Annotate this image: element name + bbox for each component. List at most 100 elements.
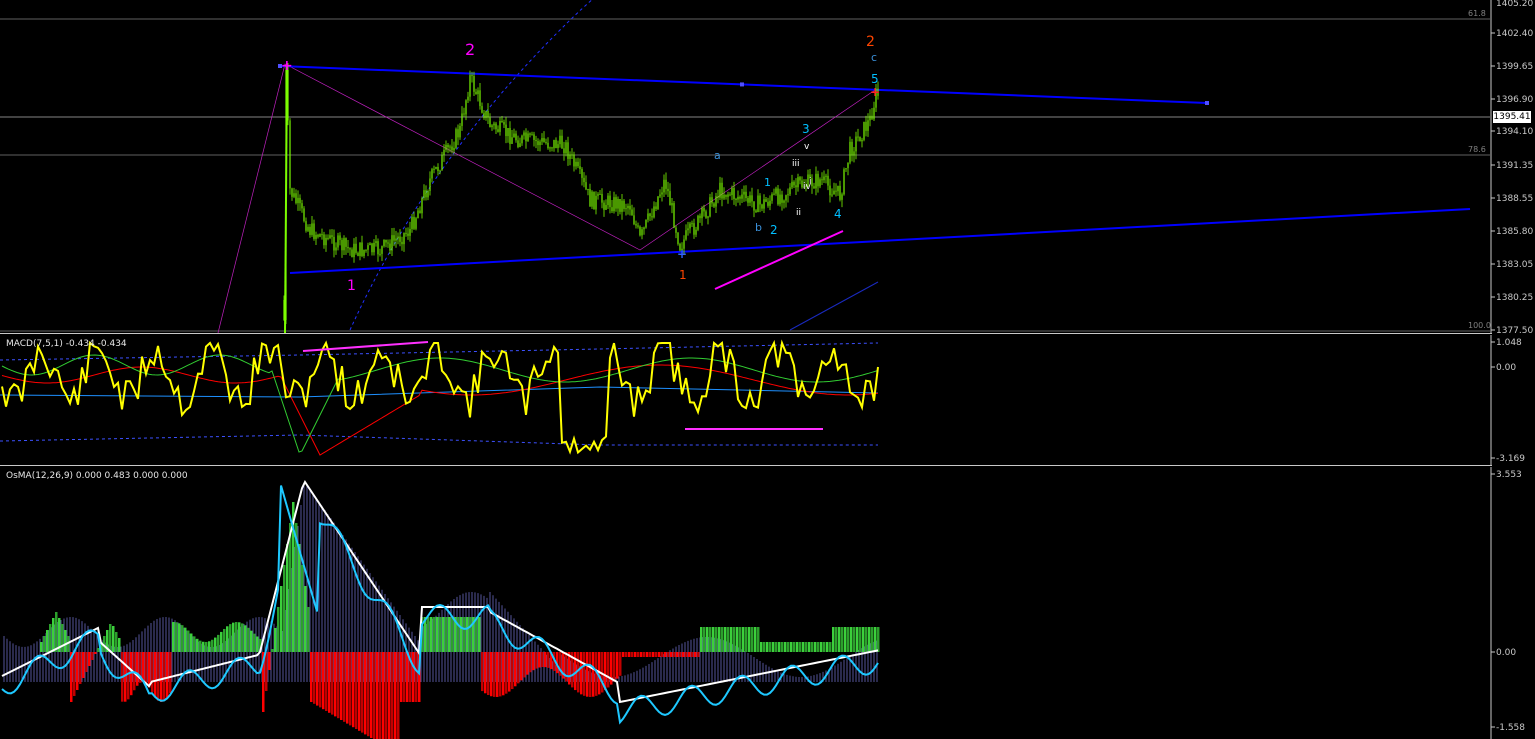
osma-histogram-bar <box>373 652 376 739</box>
osma-histogram-bar <box>361 652 364 733</box>
candle-body <box>443 149 445 156</box>
candle-body <box>837 185 839 192</box>
candle-body <box>367 245 369 250</box>
candle-body <box>521 135 523 144</box>
candle-body <box>349 248 351 250</box>
candle-body <box>615 197 617 209</box>
osma-histogram-bar <box>394 652 397 739</box>
candle-body <box>723 194 725 199</box>
candle-body <box>643 227 645 230</box>
candle-body <box>527 133 529 142</box>
candle-body <box>459 125 461 138</box>
osma-histogram-bar <box>172 622 175 652</box>
osma-histogram-bar <box>136 652 139 686</box>
candle-body <box>427 190 429 198</box>
osma-histogram-bar <box>634 652 637 657</box>
candle-body <box>305 221 307 231</box>
candle-body <box>673 203 675 228</box>
osma-histogram-bar <box>217 634 220 652</box>
candle-body <box>813 186 815 189</box>
osma-histogram-bar <box>694 652 697 657</box>
candle-body <box>403 232 405 245</box>
candle-body <box>743 191 745 195</box>
fib-level-label: 100.0 <box>1468 321 1491 330</box>
osma-histogram-bar <box>385 652 388 739</box>
price-pane[interactable]: 1405.20 1402.40 1399.65 1396.90 1394.10 1391.… <box>0 0 1535 333</box>
macd-tick-label: 1.048 <box>1496 338 1522 348</box>
osma-histogram-bar <box>205 641 208 652</box>
osma-histogram-bar <box>307 607 310 652</box>
osma-histogram-bar <box>337 652 340 719</box>
osma-histogram-bar <box>667 652 670 657</box>
candle-body <box>547 142 549 149</box>
candle-body <box>649 213 651 217</box>
candle-body <box>397 236 399 239</box>
macd-chart-svg[interactable]: 1.048 0.00 -3.169 <box>0 335 1535 465</box>
osma-histogram-bar <box>178 623 181 652</box>
osma-histogram-bar <box>487 652 490 696</box>
osma-histogram-bar <box>274 628 277 652</box>
osma-histogram-bar <box>154 652 157 698</box>
candle-body <box>823 176 825 181</box>
candle-body <box>517 140 519 148</box>
candle-body <box>433 168 435 170</box>
candle-body <box>449 146 451 148</box>
candle-body <box>745 191 747 199</box>
candle-body <box>511 137 513 144</box>
osma-histogram-bar <box>592 652 595 697</box>
candle-body <box>487 110 489 118</box>
candle-body <box>769 200 771 206</box>
candle-body <box>631 209 633 216</box>
candle-body <box>437 166 439 172</box>
osma-histogram-bar <box>451 617 454 652</box>
osma-histogram-bar <box>73 652 76 696</box>
candle-body <box>755 210 757 213</box>
osma-histogram-bar <box>850 627 853 652</box>
osma-histogram-bar <box>382 652 385 739</box>
candle-body <box>553 139 555 149</box>
osma-histogram-bar <box>760 642 763 652</box>
osma-histogram-bar <box>340 652 343 720</box>
macd-pane[interactable]: 1.048 0.00 -3.169 MACD(7,5,1) -0.434 -0.43… <box>0 335 1535 465</box>
osma-histogram-bar <box>403 652 406 702</box>
candle-body <box>699 215 701 219</box>
candle-body <box>845 168 847 170</box>
candle-body <box>815 173 817 189</box>
candle-body <box>817 173 819 187</box>
osma-histogram-bar <box>61 624 64 652</box>
pane-separator[interactable] <box>0 333 1492 334</box>
candle-body <box>693 223 695 235</box>
candle-body <box>405 232 407 234</box>
candle-body <box>419 210 421 214</box>
price-chart-svg[interactable]: 1405.20 1402.40 1399.65 1396.90 1394.10 1391.… <box>0 0 1535 333</box>
candle-body <box>625 208 627 210</box>
candle-body <box>663 179 665 193</box>
candle-body <box>835 190 837 192</box>
candle-body <box>773 193 775 195</box>
candle-body <box>655 206 657 209</box>
candle-body <box>725 194 727 197</box>
candle-body <box>785 195 787 201</box>
wave-label: 2 <box>465 40 475 59</box>
osma-histogram-bar <box>724 627 727 652</box>
osma-title: OsMA(12,26,9) 0.000 0.483 0.000 0.000 <box>6 471 188 481</box>
candle-body <box>561 135 563 149</box>
candle-body <box>747 198 749 203</box>
candle-body <box>597 194 599 196</box>
candle-body <box>579 166 581 170</box>
candle-body <box>357 252 359 256</box>
candle-body <box>351 249 353 258</box>
osma-histogram-bar <box>493 652 496 697</box>
osma-histogram-bar <box>145 652 148 684</box>
candle-body <box>675 227 677 233</box>
candle-body <box>455 129 457 149</box>
candle-body <box>819 179 821 187</box>
candle-body <box>293 193 295 197</box>
osma-pane[interactable]: 3.553 0.00 -1.558 OsMA(12,26,9) 0.000 0.48… <box>0 467 1535 739</box>
osma-histogram-bar <box>706 627 709 652</box>
candle-body <box>465 100 467 115</box>
candle-body <box>535 139 537 142</box>
macd-tick-label: -3.169 <box>1496 454 1525 464</box>
pane-separator[interactable] <box>0 465 1492 466</box>
osma-chart-svg[interactable]: 3.553 0.00 -1.558 <box>0 467 1535 739</box>
